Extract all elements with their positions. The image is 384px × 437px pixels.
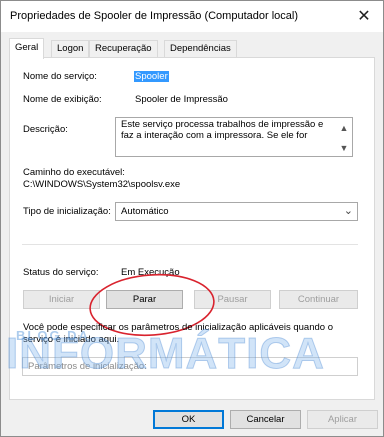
service-properties-dialog: Propriedades de Spooler de Impressão (Co… (0, 0, 384, 437)
service-name-label: Nome do serviço: (23, 71, 97, 82)
scroll-down-icon[interactable]: ▼ (340, 143, 349, 154)
section-divider (22, 244, 358, 245)
display-name-label: Nome de exibição: (23, 94, 102, 105)
tab-dependencies[interactable]: Dependências (164, 40, 237, 58)
resume-button[interactable]: Continuar (279, 290, 358, 309)
path-value[interactable]: C:\WINDOWS\System32\spoolsv.exe (23, 179, 180, 190)
description-text: Este serviço processa trabalhos de impre… (121, 119, 324, 141)
service-name-selection: Spooler (134, 71, 169, 82)
close-icon[interactable]: ✕ (353, 5, 375, 27)
description-box[interactable]: Este serviço processa trabalhos de impre… (115, 117, 353, 157)
service-name-value[interactable]: Spooler (134, 71, 169, 82)
description-scrollbar[interactable]: ▲ ▼ (337, 119, 351, 155)
display-name-value[interactable]: Spooler de Impressão (135, 94, 228, 105)
ok-button[interactable]: OK (153, 410, 224, 429)
start-parameters-placeholder: Parâmetros de inicialização: (28, 361, 147, 372)
tab-general[interactable]: Geral (9, 38, 45, 59)
title-bar: Propriedades de Spooler de Impressão (Co… (1, 1, 383, 32)
chevron-down-icon: ⌄ (343, 205, 353, 217)
startup-type-select[interactable]: Automático ⌄ (115, 202, 358, 221)
path-label: Caminho do executável: (23, 167, 125, 178)
description-label: Descrição: (23, 124, 68, 135)
startup-type-value: Automático (121, 206, 169, 217)
tab-logon[interactable]: Logon (51, 40, 90, 58)
start-parameters-field[interactable]: Parâmetros de inicialização: (22, 357, 358, 376)
window-title: Propriedades de Spooler de Impressão (Co… (10, 10, 298, 22)
scroll-up-icon[interactable]: ▲ (340, 123, 349, 134)
parameters-hint: Você pode especificar os parâmetros de i… (23, 322, 333, 345)
startup-type-label: Tipo de inicialização: (23, 206, 111, 217)
tab-recovery[interactable]: Recuperação (89, 40, 158, 58)
apply-button[interactable]: Aplicar (307, 410, 378, 429)
tab-panel-general: Nome do serviço: Spooler Nome de exibiçã… (9, 57, 375, 400)
cancel-button[interactable]: Cancelar (230, 410, 301, 429)
